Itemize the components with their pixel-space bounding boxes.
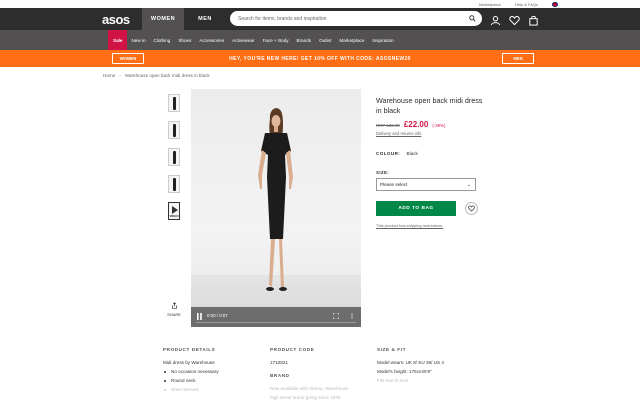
- save-for-later-button[interactable]: [465, 202, 478, 215]
- site-header: asos WOMEN MEN Search for items, brands …: [0, 8, 640, 30]
- nav-item-activewear[interactable]: Activewear: [228, 30, 258, 50]
- heart-icon[interactable]: [509, 13, 520, 26]
- promo-banner: WOMEN HEY, YOU'RE NEW HERE! GET 10% OFF …: [0, 50, 640, 67]
- category-nav: Sale New in Clothing Shoes Accessories A…: [0, 30, 640, 50]
- marketplace-link[interactable]: Marketplace: [479, 2, 501, 7]
- nav-item-face-body[interactable]: Face + Body: [259, 30, 293, 50]
- product-details-heading: PRODUCT DETAILS: [163, 347, 216, 352]
- breadcrumb: Home › Warehouse open back midi dress in…: [103, 73, 210, 78]
- nav-item-accessories[interactable]: Accessories: [195, 30, 228, 50]
- size-fit-line: Fits true to size: [377, 378, 409, 383]
- nav-item-sale[interactable]: Sale: [108, 30, 128, 50]
- account-icon[interactable]: [490, 13, 501, 26]
- fullscreen-icon[interactable]: [333, 313, 339, 319]
- list-item: Round neck: [163, 376, 219, 385]
- current-price: £22.00: [403, 120, 429, 129]
- bag-icon[interactable]: [528, 13, 539, 26]
- product-video[interactable]: 0:00 / 0:07: [191, 89, 361, 327]
- share-label: SHARE: [167, 312, 181, 317]
- thumbnail-1[interactable]: [168, 94, 180, 112]
- asos-logo[interactable]: asos: [102, 12, 142, 27]
- breadcrumb-current: Warehouse open back midi dress in black: [124, 73, 210, 78]
- promo-men-button[interactable]: MEN: [502, 53, 534, 64]
- delivery-info-link[interactable]: Delivery and returns info: [376, 131, 486, 136]
- discount-badge: (-39%): [432, 123, 446, 128]
- brand-line: high street brand going since 1976: [270, 395, 341, 400]
- brand-line: Now available with Klarna, Warehouse: [270, 386, 349, 391]
- nav-item-brands[interactable]: Brands: [293, 30, 316, 50]
- promo-message: HEY, YOU'RE NEW HERE! GET 10% OFF WITH C…: [229, 55, 411, 62]
- thumbnail-figure: [173, 151, 176, 164]
- product-code-heading: PRODUCT CODE: [270, 347, 315, 352]
- nav-item-new-in[interactable]: New in: [127, 30, 149, 50]
- thumbnail-2[interactable]: [168, 121, 180, 139]
- list-item: No occasion necessary: [163, 367, 219, 376]
- nav-item-outlet[interactable]: Outlet: [315, 30, 335, 50]
- nav-item-shoes[interactable]: Shoes: [174, 30, 195, 50]
- size-fit-section: SIZE & FIT Model wears: UK 8/ EU 36/ US …: [377, 347, 444, 385]
- nav-item-clothing[interactable]: Clothing: [150, 30, 175, 50]
- thumbnail-figure: [173, 178, 176, 191]
- search-input[interactable]: Search for items, brands and inspiration: [230, 11, 482, 26]
- product-code-section: PRODUCT CODE 1710821 BRAND Now available…: [270, 347, 348, 402]
- colour-label: COLOUR:: [376, 151, 401, 156]
- price-row: RRP £36.00 £22.00 (-39%): [376, 120, 486, 129]
- heart-icon: [468, 205, 475, 212]
- model-image: [258, 108, 293, 291]
- size-select-value: Please select: [380, 182, 408, 187]
- thumbnail-video[interactable]: VIDEO: [168, 202, 180, 220]
- breadcrumb-home[interactable]: Home: [103, 73, 115, 78]
- product-code-value: 1710821: [270, 360, 288, 365]
- thumbnail-figure: [173, 97, 176, 110]
- product-details-list: No occasion necessary Round neck Short s…: [163, 367, 219, 394]
- size-select[interactable]: Please select ⌄: [376, 178, 476, 191]
- video-controls: 0:00 / 0:07: [191, 307, 361, 327]
- video-time: 0:00 / 0:07: [207, 313, 228, 318]
- country-flag-icon[interactable]: [552, 1, 558, 7]
- more-options-icon[interactable]: [349, 313, 355, 319]
- thumbnail-figure: [173, 124, 176, 137]
- thumbnail-3[interactable]: [168, 148, 180, 166]
- shipping-restrictions-link[interactable]: This product has shipping restrictions.: [376, 223, 486, 228]
- video-label: VIDEO: [169, 214, 179, 218]
- product-details-section: PRODUCT DETAILS Midi dress by Warehouse …: [163, 347, 219, 394]
- colour-row: COLOUR: Black: [376, 151, 486, 156]
- share-icon: [171, 302, 177, 309]
- product-title: Warehouse open back midi dress in black: [376, 96, 483, 115]
- thumbnail-4[interactable]: [168, 175, 180, 193]
- help-link[interactable]: Help & FAQs: [515, 2, 538, 7]
- play-icon: [172, 206, 178, 214]
- tab-men[interactable]: MEN: [184, 8, 226, 30]
- promo-women-button[interactable]: WOMEN: [112, 53, 144, 64]
- model-wears: Model wears: UK 8/ EU 36/ US 4: [377, 360, 444, 365]
- chevron-down-icon: ⌄: [466, 182, 471, 188]
- colour-value: Black: [406, 151, 418, 156]
- brand-heading: BRAND: [270, 373, 290, 378]
- purchase-actions: ADD TO BAG: [376, 201, 486, 216]
- share-button[interactable]: SHARE: [166, 302, 182, 317]
- pause-icon[interactable]: [197, 313, 202, 320]
- model-height: Model's height: 175cm/5'9": [377, 369, 432, 374]
- rrp-price: RRP £36.00: [376, 123, 400, 128]
- nav-item-inspiration[interactable]: Inspiration: [368, 30, 397, 50]
- thumbnail-strip: VIDEO: [168, 94, 180, 229]
- search-placeholder: Search for items, brands and inspiration: [238, 15, 327, 22]
- video-progress-track[interactable]: [196, 322, 356, 323]
- list-item: Short sleeves: [163, 385, 219, 394]
- tab-women[interactable]: WOMEN: [142, 8, 184, 30]
- product-info-panel: Warehouse open back midi dress in black …: [376, 96, 486, 228]
- add-to-bag-button[interactable]: ADD TO BAG: [376, 201, 456, 216]
- top-strip: Marketplace Help & FAQs: [0, 0, 640, 8]
- product-details-line: Midi dress by Warehouse: [163, 360, 215, 365]
- breadcrumb-separator-icon: ›: [119, 73, 121, 78]
- size-fit-heading: SIZE & FIT: [377, 347, 406, 352]
- nav-item-marketplace[interactable]: Marketplace: [335, 30, 368, 50]
- size-label: SIZE:: [376, 170, 390, 175]
- search-icon[interactable]: [469, 15, 476, 22]
